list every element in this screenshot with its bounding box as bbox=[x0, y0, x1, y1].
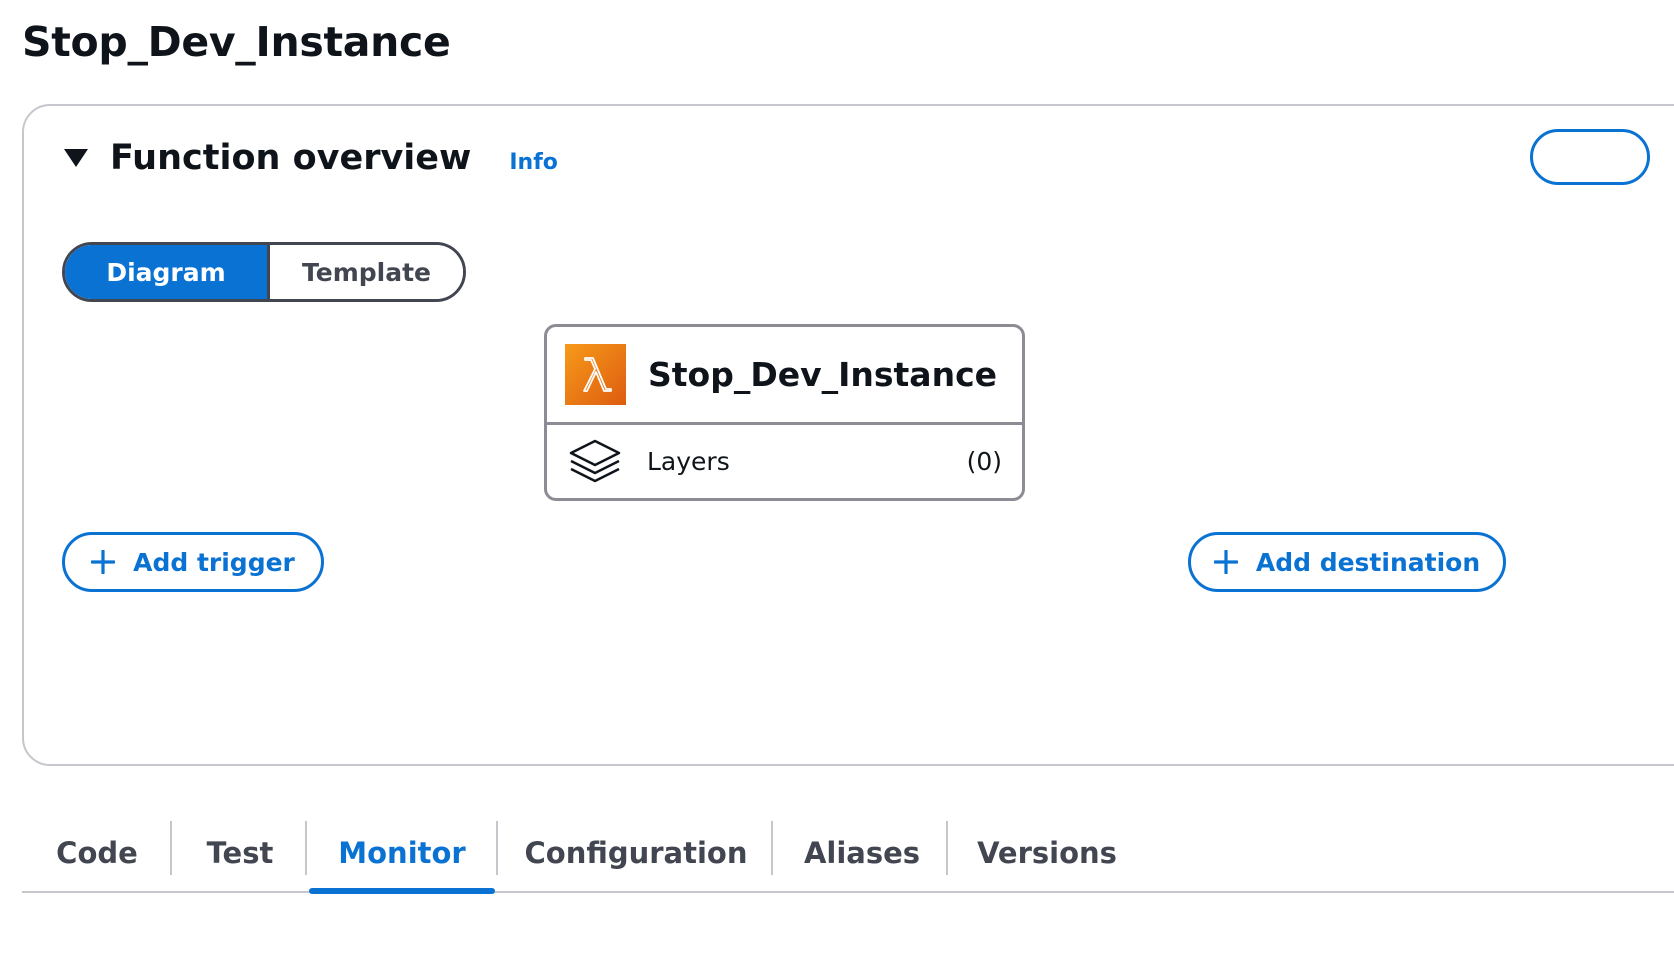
active-tab-indicator bbox=[309, 888, 495, 894]
panel-title[interactable]: Function overview bbox=[110, 138, 471, 178]
function-card-header: Stop_Dev_Instance bbox=[547, 327, 1022, 425]
tab-code[interactable]: Code bbox=[44, 815, 150, 891]
layers-icon bbox=[567, 437, 623, 487]
plus-icon bbox=[1213, 550, 1238, 574]
toggle-template[interactable]: Template bbox=[267, 245, 463, 299]
function-card[interactable]: Stop_Dev_Instance Layers (0) bbox=[544, 324, 1025, 501]
tab-separator bbox=[170, 821, 172, 875]
tab-aliases[interactable]: Aliases bbox=[792, 815, 932, 891]
function-overview-panel: Function overview Info Diagram Template … bbox=[22, 104, 1674, 766]
tab-separator bbox=[946, 821, 948, 875]
tab-monitor-label: Monitor bbox=[338, 836, 466, 870]
add-trigger-button[interactable]: Add trigger bbox=[62, 532, 324, 592]
page-title: Stop_Dev_Instance bbox=[22, 18, 451, 66]
function-name: Stop_Dev_Instance bbox=[648, 355, 998, 394]
add-destination-button[interactable]: Add destination bbox=[1188, 532, 1506, 592]
tab-monitor[interactable]: Monitor bbox=[307, 815, 497, 894]
toggle-diagram[interactable]: Diagram bbox=[65, 245, 267, 299]
tab-configuration[interactable]: Configuration bbox=[522, 815, 750, 891]
caret-down-icon[interactable] bbox=[64, 149, 88, 167]
info-link[interactable]: Info bbox=[509, 150, 558, 175]
add-destination-label: Add destination bbox=[1255, 547, 1481, 577]
plus-icon bbox=[91, 550, 116, 574]
add-trigger-label: Add trigger bbox=[133, 547, 295, 577]
panel-header: Function overview Info bbox=[64, 138, 558, 178]
layers-row[interactable]: Layers (0) bbox=[547, 425, 1022, 498]
layers-label: Layers bbox=[647, 447, 730, 476]
tab-separator bbox=[771, 821, 773, 875]
tab-separator bbox=[496, 821, 498, 875]
tab-test[interactable]: Test bbox=[190, 815, 290, 891]
view-toggle: Diagram Template bbox=[62, 242, 466, 302]
layers-count: (0) bbox=[966, 447, 1002, 476]
header-action-button[interactable] bbox=[1530, 129, 1650, 185]
lambda-icon bbox=[565, 344, 626, 405]
function-tabs: Code Test Monitor Configuration Aliases … bbox=[22, 815, 1674, 894]
tab-versions[interactable]: Versions bbox=[972, 815, 1122, 891]
